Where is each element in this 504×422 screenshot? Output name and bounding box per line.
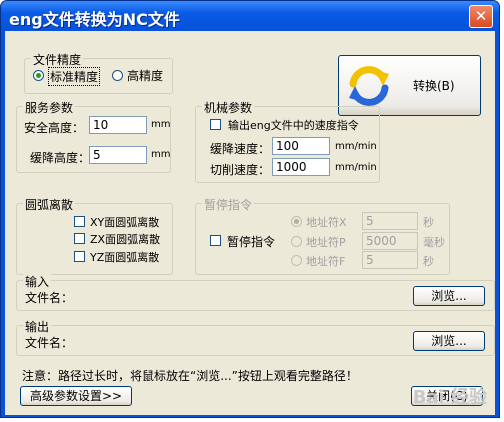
high-precision-label[interactable]: 高精度 (127, 67, 163, 84)
address-f-input[interactable]: 5 (362, 251, 418, 269)
address-x-input[interactable]: 5 (362, 212, 418, 230)
address-x-label: 地址符X (306, 216, 347, 229)
zx-arc-checkbox[interactable] (74, 233, 85, 244)
safe-height-unit: mm (151, 119, 171, 130)
safe-height-label: 安全高度： (24, 121, 85, 135)
cut-speed-label: 切削速度： (210, 163, 271, 177)
input-browse-button[interactable]: 浏览... (413, 286, 485, 306)
slow-height-label: 缓降高度： (30, 151, 91, 165)
close-window-button[interactable]: ✕ (469, 5, 493, 28)
zx-arc-label[interactable]: ZX面圆弧离散 (90, 231, 160, 247)
input-legend: 输入 (23, 273, 52, 290)
address-f-unit: 秒 (423, 255, 434, 268)
convert-button-label: 转换(B) (413, 79, 455, 93)
dialog-window: eng文件转换为NC文件 ✕ 文件精度 标准精度 高精度 转换(B) 服务参数 … (0, 0, 500, 418)
slow-height-unit: mm (151, 149, 171, 160)
advanced-settings-button[interactable]: 高级参数设置>> (20, 386, 132, 406)
safe-height-input[interactable]: 10 (89, 116, 147, 134)
pause-command-label[interactable]: 暂停指令 (227, 233, 275, 250)
precision-group: 文件精度 标准精度 高精度 (24, 51, 173, 94)
xy-arc-label[interactable]: XY面圆弧离散 (90, 214, 159, 230)
precision-legend: 文件精度 (31, 51, 84, 68)
service-params-legend: 服务参数 (23, 99, 76, 116)
xy-arc-checkbox[interactable] (74, 216, 85, 227)
yz-arc-checkbox[interactable] (74, 251, 85, 262)
cut-speed-unit: mm/min (335, 162, 377, 173)
address-f-label: 地址符F (306, 255, 346, 268)
machine-params-group: 机械参数 输出eng文件中的速度指令 缓降速度： 100 mm/min 切削速度… (195, 99, 380, 183)
address-f-radio[interactable] (291, 255, 302, 266)
output-file-group: 输出 文件名： 浏览... (16, 318, 495, 356)
output-legend: 输出 (23, 318, 52, 335)
address-p-radio[interactable] (291, 236, 302, 247)
pause-command-checkbox[interactable] (210, 235, 221, 246)
arc-discretize-group: 圆弧离散 XY面圆弧离散 ZX面圆弧离散 YZ面圆弧离散 (16, 196, 173, 275)
yz-arc-label[interactable]: YZ面圆弧离散 (90, 249, 159, 265)
service-params-group: 服务参数 安全高度： 10 mm 缓降高度： 5 mm (16, 99, 171, 173)
slow-speed-unit: mm/min (335, 141, 377, 152)
input-file-group: 输入 文件名： 浏览... (16, 273, 495, 311)
output-speed-checkbox[interactable] (210, 119, 221, 130)
address-p-label: 地址符P (306, 236, 346, 249)
window-title: eng文件转换为NC文件 (9, 10, 180, 29)
watermark: Bai 经验 (412, 387, 487, 408)
output-browse-button[interactable]: 浏览... (413, 331, 485, 351)
address-p-unit: 毫秒 (423, 236, 445, 249)
address-p-input[interactable]: 5000 (362, 232, 418, 250)
machine-params-legend: 机械参数 (202, 99, 255, 116)
address-x-radio[interactable] (291, 216, 302, 227)
standard-precision-radio[interactable] (33, 70, 44, 81)
dialog-client: 文件精度 标准精度 高精度 转换(B) 服务参数 安全高度： 10 mm 缓降高… (5, 31, 495, 415)
pause-command-legend: 暂停指令 (202, 196, 255, 213)
output-filename-label: 文件名： (25, 336, 74, 350)
arc-discretize-legend: 圆弧离散 (23, 196, 76, 213)
cut-speed-input[interactable]: 1000 (272, 158, 330, 176)
output-speed-label[interactable]: 输出eng文件中的速度指令 (228, 117, 359, 133)
standard-precision-label[interactable]: 标准精度 (48, 67, 101, 86)
path-note: 注意：路径过长时，将鼠标放在“浏览...”按钮上观看完整路径！ (22, 369, 358, 383)
slow-height-input[interactable]: 5 (89, 146, 147, 164)
pause-command-group: 暂停指令 暂停指令 地址符X 5 秒 地址符P 5000 毫秒 地址符F 5 秒 (195, 196, 450, 275)
high-precision-radio[interactable] (112, 70, 123, 81)
address-x-unit: 秒 (423, 216, 434, 229)
input-filename-label: 文件名： (25, 291, 74, 305)
slow-speed-input[interactable]: 100 (272, 137, 330, 155)
slow-speed-label: 缓降速度： (210, 142, 271, 156)
title-bar[interactable]: eng文件转换为NC文件 ✕ (1, 1, 499, 31)
convert-refresh-icon (349, 66, 389, 106)
